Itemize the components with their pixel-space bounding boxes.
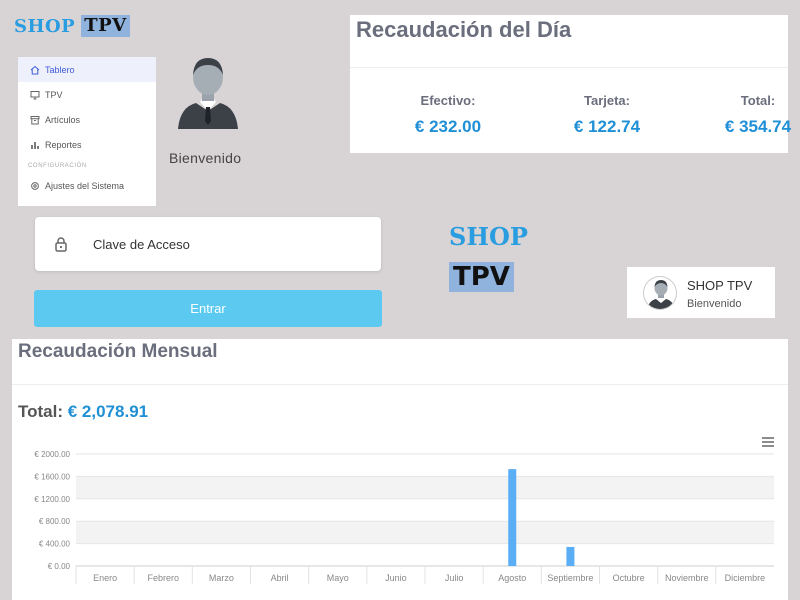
logo-shop-text: SHOP <box>449 222 528 251</box>
login-button[interactable]: Entrar <box>34 290 382 327</box>
monthly-bar-chart: € 0.00 € 400.00 € 800.00 € 1200.00 € 1600.00… <box>34 450 774 584</box>
lock-icon <box>55 237 67 252</box>
card-stat: Tarjeta: € 122.74 <box>549 93 665 137</box>
chart-bar <box>566 546 575 566</box>
password-input[interactable] <box>93 231 363 257</box>
avatar-large <box>178 58 238 129</box>
sidebar-section-label: CONFIGURACIÓN <box>28 163 87 169</box>
cash-value: € 232.00 <box>414 117 482 136</box>
x-tick-label: Enero <box>93 573 117 583</box>
logo-shop-text: SHOP <box>14 15 76 37</box>
user-subtitle: Bienvenido <box>687 298 742 310</box>
sidebar-item-label: TPV <box>45 89 63 100</box>
logo-center: SHOP TPV <box>449 222 539 292</box>
logo-tpv-text: TPV <box>449 262 514 292</box>
monthly-total-label: Total: <box>18 402 64 421</box>
sidebar-item-reportes[interactable]: Reportes <box>18 132 156 157</box>
sidebar-item-ajustes[interactable]: Ajustes del Sistema <box>18 173 156 198</box>
password-field-wrapper <box>35 217 381 271</box>
daily-revenue-card: Recaudación del Día Efectivo: € 232.00 T… <box>350 15 791 153</box>
x-tick-label: Abril <box>271 573 289 583</box>
sidebar-item-label: Tablero <box>45 64 75 75</box>
home-icon <box>30 65 40 74</box>
total-stat: Total: € 354.74 <box>708 93 800 137</box>
total-label: Total: <box>740 93 776 108</box>
sidebar-item-label: Artículos <box>45 114 81 125</box>
x-tick-label: Marzo <box>209 573 234 583</box>
divider <box>350 67 788 68</box>
y-tick-label: € 1600.00 <box>34 472 70 481</box>
y-tick-label: € 400.00 <box>39 540 71 549</box>
divider <box>12 384 788 385</box>
sidebar-item-articulos[interactable]: Artículos <box>18 107 156 132</box>
monthly-revenue-title: Recaudación Mensual <box>18 341 218 362</box>
monthly-total-value: € 2,078.91 <box>67 402 149 421</box>
grid-band <box>76 476 774 499</box>
archive-icon <box>30 115 40 124</box>
x-tick-label: Diciembre <box>725 573 766 583</box>
y-tick-label: € 0.00 <box>48 562 71 571</box>
x-tick-label: Mayo <box>327 573 349 583</box>
monitor-icon <box>30 90 40 99</box>
gear-icon <box>31 181 39 190</box>
x-tick-label: Noviembre <box>665 573 709 583</box>
grid-band <box>76 521 774 544</box>
avatar <box>643 276 677 310</box>
sidebar-item-tpv[interactable]: TPV <box>18 82 156 107</box>
total-value: € 354.74 <box>724 117 792 136</box>
bar-chart-icon <box>31 141 39 149</box>
sidebar: Tablero TPV Artículos Reportes CONFIGURA… <box>18 57 156 206</box>
y-tick-label: € 800.00 <box>39 517 71 526</box>
sidebar-item-tablero[interactable]: Tablero <box>18 57 156 82</box>
welcome-text: Bienvenido <box>169 150 242 166</box>
user-card[interactable]: SHOP TPV Bienvenido <box>627 267 775 318</box>
monthly-total: Total: € 2,078.91 <box>18 402 148 422</box>
sidebar-item-label: Reportes <box>45 139 82 150</box>
logo-tpv-text: TPV <box>81 15 130 37</box>
cash-label: Efectivo: <box>420 93 476 108</box>
y-tick-label: € 2000.00 <box>34 450 70 459</box>
monthly-revenue-card: Recaudación Mensual Total: € 2,078.91 € … <box>12 339 788 600</box>
sidebar-item-label: Ajustes del Sistema <box>45 180 125 191</box>
x-tick-label: Junio <box>385 573 407 583</box>
logo-small: SHOP TPV <box>14 14 130 38</box>
user-avatar-icon <box>647 280 675 309</box>
x-tick-label: Agosto <box>498 573 526 583</box>
x-tick-label: Octubre <box>613 573 645 583</box>
card-label: Tarjeta: <box>584 93 630 108</box>
user-name: SHOP TPV <box>687 278 753 293</box>
card-value: € 122.74 <box>573 117 641 136</box>
y-tick-label: € 1200.00 <box>34 495 70 504</box>
cash-stat: Efectivo: € 232.00 <box>390 93 506 137</box>
chart-bar <box>508 469 517 566</box>
x-tick-label: Julio <box>445 573 464 583</box>
x-tick-label: Septiembre <box>547 573 593 583</box>
daily-revenue-title: Recaudación del Día <box>356 17 572 42</box>
x-tick-label: Febrero <box>147 573 179 583</box>
